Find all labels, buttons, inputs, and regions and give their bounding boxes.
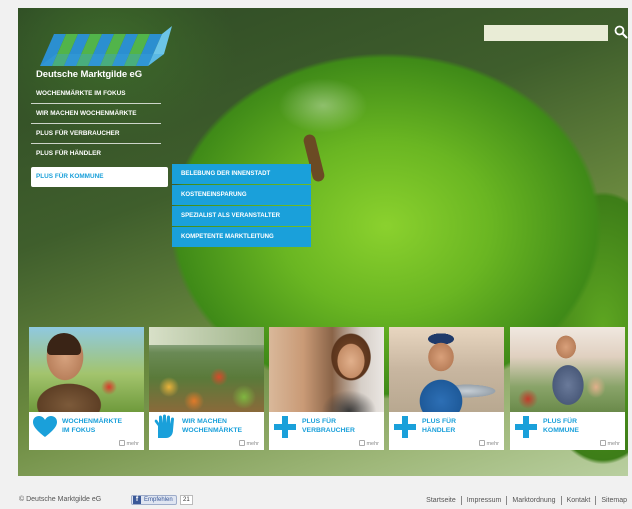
tile-label: Wir machen Wochenmärkte — [182, 418, 243, 434]
tile-footer: Plus für Händler mehr — [389, 412, 504, 450]
hand-icon — [154, 414, 174, 438]
nav-item-wochenmaerkte-im-fokus[interactable]: Wochenmärkte im Fokus — [31, 84, 161, 104]
nav-item-wir-machen-wochenmaerkte[interactable]: Wir machen Wochenmärkte — [31, 104, 161, 124]
facebook-like-label: Empfehlen — [144, 497, 173, 503]
plus-icon — [515, 416, 537, 438]
submenu-item-kompetente-marktleitung[interactable]: Kompetente Marktleitung — [172, 227, 311, 247]
tile-label: Plus für Kommune — [543, 418, 579, 434]
footer-link-marktordnung[interactable]: Marktordnung — [506, 496, 560, 505]
more-label: mehr — [366, 441, 379, 447]
tile-plus-fuer-haendler[interactable]: Plus für Händler mehr — [389, 327, 504, 450]
tile-footer: Wir machen Wochenmärkte mehr — [149, 412, 264, 450]
nav-item-plus-fuer-haendler[interactable]: Plus für Händler — [31, 144, 161, 164]
footer-link-sitemap[interactable]: Sitemap — [595, 496, 632, 505]
page: Deutsche Marktgilde eG Wochenmärkte im F… — [0, 0, 632, 509]
more-arrow-icon — [479, 440, 486, 446]
tile-photo-woman-with-vegetables — [29, 327, 144, 412]
tile-wochenmaerkte-im-fokus[interactable]: Wochenmärkte im Fokus mehr — [29, 327, 144, 450]
footer-links: Startseite Impressum Marktordnung Kontak… — [421, 496, 632, 505]
search-icon[interactable] — [614, 25, 628, 39]
tile-footer: Wochenmärkte im Fokus mehr — [29, 412, 144, 450]
submenu-item-belebung-der-innenstadt[interactable]: Belebung der Innenstadt — [172, 164, 311, 184]
more-arrow-icon — [359, 440, 366, 446]
more-label: mehr — [486, 441, 499, 447]
footer: © Deutsche Marktgilde eG f Empfehlen 21 … — [0, 492, 632, 509]
tile-photo-smiling-woman — [269, 327, 384, 412]
copyright: © Deutsche Marktgilde eG — [19, 496, 102, 503]
tile-plus-fuer-verbraucher[interactable]: Plus für Verbraucher mehr — [269, 327, 384, 450]
nav-item-plus-fuer-kommune[interactable]: Plus für Kommune — [31, 167, 168, 187]
more-link[interactable]: mehr — [239, 440, 259, 447]
more-link[interactable]: mehr — [479, 440, 499, 447]
tile-label: Wochenmärkte im Fokus — [62, 418, 123, 434]
tile-wir-machen-wochenmaerkte[interactable]: Wir machen Wochenmärkte mehr — [149, 327, 264, 450]
tile-label: Plus für Händler — [422, 418, 456, 434]
tile-footer: Plus für Verbraucher mehr — [269, 412, 384, 450]
apple-highlight — [278, 78, 368, 133]
facebook-like-count: 21 — [180, 495, 193, 505]
tile-photo-father-and-child — [510, 327, 625, 412]
main-nav: Wochenmärkte im Fokus Wir machen Wochenm… — [31, 84, 168, 187]
plus-icon — [394, 416, 416, 438]
tile-photo-fish-vendor — [389, 327, 504, 412]
tile-label: Plus für Verbraucher — [302, 418, 355, 434]
facebook-like-button[interactable]: f Empfehlen — [131, 495, 177, 505]
footer-link-startseite[interactable]: Startseite — [421, 496, 461, 505]
more-label: mehr — [607, 441, 620, 447]
tile-photo-market-stall — [149, 327, 264, 412]
footer-link-impressum[interactable]: Impressum — [460, 496, 507, 505]
submenu-plus-fuer-kommune: Belebung der Innenstadt Kosteneinsparung… — [172, 164, 311, 248]
footer-link-kontakt[interactable]: Kontakt — [560, 496, 596, 505]
more-link[interactable]: mehr — [119, 440, 139, 447]
nav-item-plus-fuer-verbraucher[interactable]: Plus für Verbraucher — [31, 124, 161, 144]
more-arrow-icon — [600, 440, 607, 446]
more-label: mehr — [126, 441, 139, 447]
plus-icon — [274, 416, 296, 438]
tile-footer: Plus für Kommune mehr — [510, 412, 625, 450]
more-arrow-icon — [239, 440, 246, 446]
more-link[interactable]: mehr — [600, 440, 620, 447]
search-input[interactable] — [484, 25, 608, 41]
submenu-item-spezialist-als-veranstalter[interactable]: Spezialist als Veranstalter — [172, 206, 311, 226]
heart-icon — [33, 416, 57, 437]
more-link[interactable]: mehr — [359, 440, 379, 447]
more-label: mehr — [246, 441, 259, 447]
logo-text[interactable]: Deutsche Marktgilde eG — [36, 69, 142, 80]
submenu-item-kosteneinsparung[interactable]: Kosteneinsparung — [172, 185, 311, 205]
more-arrow-icon — [119, 440, 126, 446]
facebook-icon: f — [133, 496, 141, 504]
tile-plus-fuer-kommune[interactable]: Plus für Kommune mehr — [510, 327, 625, 450]
